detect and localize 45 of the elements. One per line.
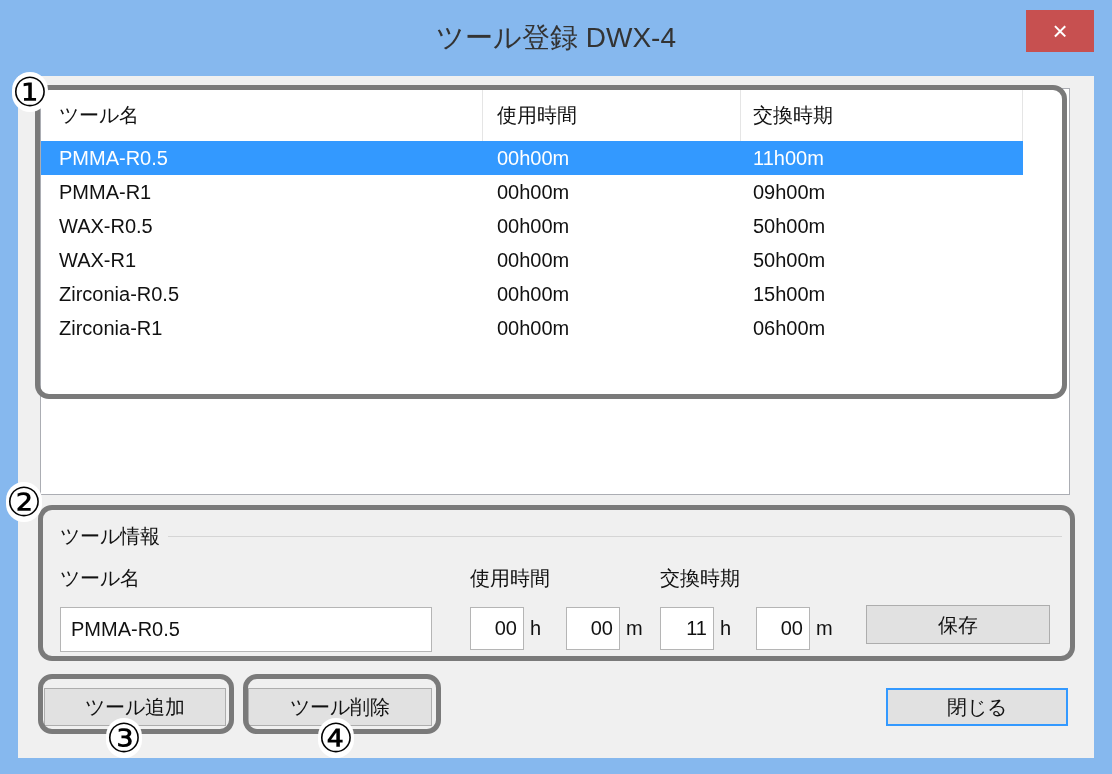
unit-label: m bbox=[816, 616, 834, 641]
list-cell-text: PMMA-R1 bbox=[58, 180, 153, 205]
list-cell-text: 00h00m bbox=[496, 214, 571, 239]
close-dialog-button[interactable]: 閉じる bbox=[886, 688, 1068, 726]
list-row[interactable]: Zirconia-R1 00h00m 06h00m bbox=[41, 311, 1023, 345]
column-header[interactable]: ツール名 bbox=[59, 100, 139, 130]
list-cell-text: Zirconia-R1 bbox=[58, 316, 164, 341]
list-cell-text: WAX-R1 bbox=[58, 248, 138, 273]
time-field[interactable]: 11 bbox=[660, 607, 714, 650]
list-cell-text: 50h00m bbox=[752, 248, 827, 273]
callout-number: ① bbox=[12, 72, 48, 112]
name-label: ツール名 bbox=[60, 566, 141, 591]
time-field[interactable]: 00 bbox=[566, 607, 620, 650]
unit-label: m bbox=[626, 616, 644, 641]
list-row[interactable]: PMMA-R1 00h00m 09h00m bbox=[41, 175, 1023, 209]
list-cell-text: 11h00m bbox=[752, 146, 825, 171]
callout-number: ② bbox=[6, 482, 42, 522]
name-field[interactable]: PMMA-R0.5 bbox=[60, 607, 432, 652]
list-cell-text: 00h00m bbox=[496, 180, 571, 205]
list-cell-text: 50h00m bbox=[752, 214, 827, 239]
column-header[interactable]: 使用時間 bbox=[497, 100, 577, 130]
list-cell-text: 06h00m bbox=[752, 316, 827, 341]
time-label: 使用時間 bbox=[470, 566, 551, 591]
list-row[interactable]: WAX-R0.5 00h00m 50h00m bbox=[41, 209, 1023, 243]
list-cell-text: Zirconia-R0.5 bbox=[58, 282, 181, 307]
time-label: 交換時期 bbox=[660, 566, 741, 591]
save-button[interactable]: 保存 bbox=[866, 605, 1050, 644]
time-field[interactable]: 00 bbox=[470, 607, 524, 650]
list-cell-text: 09h00m bbox=[752, 180, 827, 205]
list-cell-text: 00h00m bbox=[496, 282, 571, 307]
window-title: ツール登録 DWX-4 bbox=[436, 21, 676, 55]
unit-label: h bbox=[720, 616, 733, 641]
group-legend: ツール情報 bbox=[60, 521, 160, 551]
list-row[interactable]: WAX-R1 00h00m 50h00m bbox=[41, 243, 1023, 277]
list-cell-text: PMMA-R0.5 bbox=[58, 146, 169, 171]
list-cell-text: 00h00m bbox=[496, 146, 571, 171]
unit-label: h bbox=[530, 616, 543, 641]
list-cell-text: WAX-R0.5 bbox=[58, 214, 154, 239]
list-row[interactable]: Zirconia-R0.5 00h00m 15h00m bbox=[41, 277, 1023, 311]
time-field[interactable]: 00 bbox=[756, 607, 810, 650]
column-header[interactable]: 交換時期 bbox=[753, 100, 833, 130]
list-cell-text: 15h00m bbox=[752, 282, 827, 307]
list-cell-text: 00h00m bbox=[496, 316, 571, 341]
list-cell-text: 00h00m bbox=[496, 248, 571, 273]
close-button[interactable]: × bbox=[1026, 10, 1094, 52]
